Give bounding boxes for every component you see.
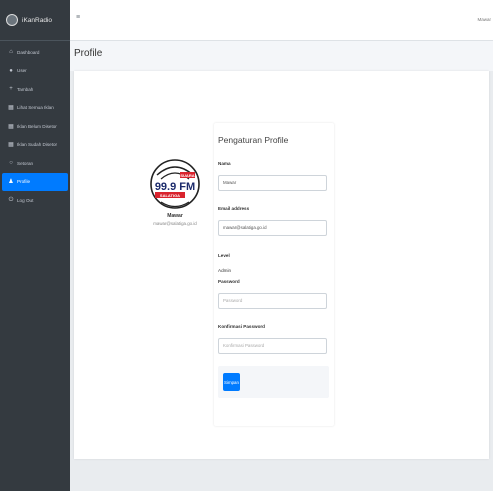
logo-main-text: 99.9 FM <box>155 181 195 193</box>
plus-icon: + <box>9 86 13 93</box>
brand[interactable]: iKanRadio <box>0 0 70 41</box>
confirm-password-field[interactable]: Konfirmasi Password <box>218 338 327 354</box>
brand-logo-icon <box>6 14 18 26</box>
level-value: Admin <box>218 268 232 273</box>
email-field[interactable]: mawar@salatiga.go.id <box>218 220 327 236</box>
circle-icon: ○ <box>9 160 13 167</box>
sidebar-item-log-out[interactable]: ⏻ Log Out <box>2 191 68 210</box>
sidebar-item-label: Iklan Sudah Disetor <box>17 142 58 148</box>
list-icon: ▦ <box>8 105 14 112</box>
power-icon: ⏻ <box>8 196 14 203</box>
brand-name: iKanRadio <box>22 16 52 24</box>
sidebar-item-label: User <box>17 68 27 74</box>
profile-summary: SUARA 99.9 FM SALATIGA Mawar mawar@salat… <box>140 157 210 226</box>
profile-settings-form: Pengaturan Profile Nama Mawar Email addr… <box>214 123 334 426</box>
confirm-password-label: Konfirmasi Password <box>218 324 265 329</box>
users-icon: ● <box>9 67 13 74</box>
profile-card: SUARA 99.9 FM SALATIGA Mawar mawar@salat… <box>74 71 489 459</box>
profile-name: Mawar <box>167 213 183 219</box>
sidebar-item-label: Lihat Semua Iklan <box>17 105 54 111</box>
list-icon: ▦ <box>8 123 14 130</box>
menu-toggle-icon[interactable]: ≡ <box>76 14 80 21</box>
password-label: Password <box>218 279 240 284</box>
sidebar-menu: ⌂ Dashboard ● User + Tambah ▦ Lihat Semu… <box>0 43 70 210</box>
user-icon: ♟ <box>8 179 14 186</box>
page-title: Profile <box>74 48 103 59</box>
sidebar-item-iklan-belum-disetor[interactable]: ▦ Iklan Belum Disetor <box>2 117 68 136</box>
sidebar: iKanRadio ⌂ Dashboard ● User + Tambah ▦ … <box>0 0 70 491</box>
top-navbar: ≡ Mawar <box>70 0 493 41</box>
sidebar-item-tambah[interactable]: + Tambah <box>2 80 68 99</box>
name-label: Nama <box>218 161 231 166</box>
user-menu[interactable]: Mawar <box>477 17 491 22</box>
sidebar-item-label: Profile <box>17 179 31 185</box>
content-header: Profile <box>70 41 493 71</box>
sidebar-item-setoran[interactable]: ○ Setoran <box>2 154 68 173</box>
level-label: Level <box>218 253 230 258</box>
list-icon: ▦ <box>8 142 14 149</box>
save-button[interactable]: Simpan <box>223 373 240 391</box>
home-icon: ⌂ <box>9 49 13 56</box>
form-title: Pengaturan Profile <box>218 135 289 145</box>
password-field[interactable]: Password <box>218 293 327 309</box>
sidebar-item-dashboard[interactable]: ⌂ Dashboard <box>2 43 68 62</box>
sidebar-item-label: Log Out <box>17 197 34 203</box>
station-logo-icon: SUARA 99.9 FM SALATIGA <box>150 159 200 209</box>
sidebar-item-label: Dashboard <box>17 49 40 55</box>
sidebar-item-label: Tambah <box>17 86 34 92</box>
logo-top-text: SUARA <box>180 173 194 178</box>
profile-email: mawar@salatiga.go.id <box>153 221 197 226</box>
sidebar-item-user[interactable]: ● User <box>2 62 68 81</box>
sidebar-item-profile[interactable]: ♟ Profile <box>2 172 68 191</box>
name-field[interactable]: Mawar <box>218 175 327 191</box>
sidebar-item-label: Iklan Belum Disetor <box>17 123 57 129</box>
sidebar-item-label: Setoran <box>17 160 34 166</box>
sidebar-item-lihat-semua-iklan[interactable]: ▦ Lihat Semua Iklan <box>2 99 68 118</box>
form-footer: Simpan <box>218 366 329 398</box>
email-label: Email address <box>218 206 250 211</box>
logo-bottom-text: SALATIGA <box>160 193 180 198</box>
sidebar-item-iklan-sudah-disetor[interactable]: ▦ Iklan Sudah Disetor <box>2 136 68 155</box>
